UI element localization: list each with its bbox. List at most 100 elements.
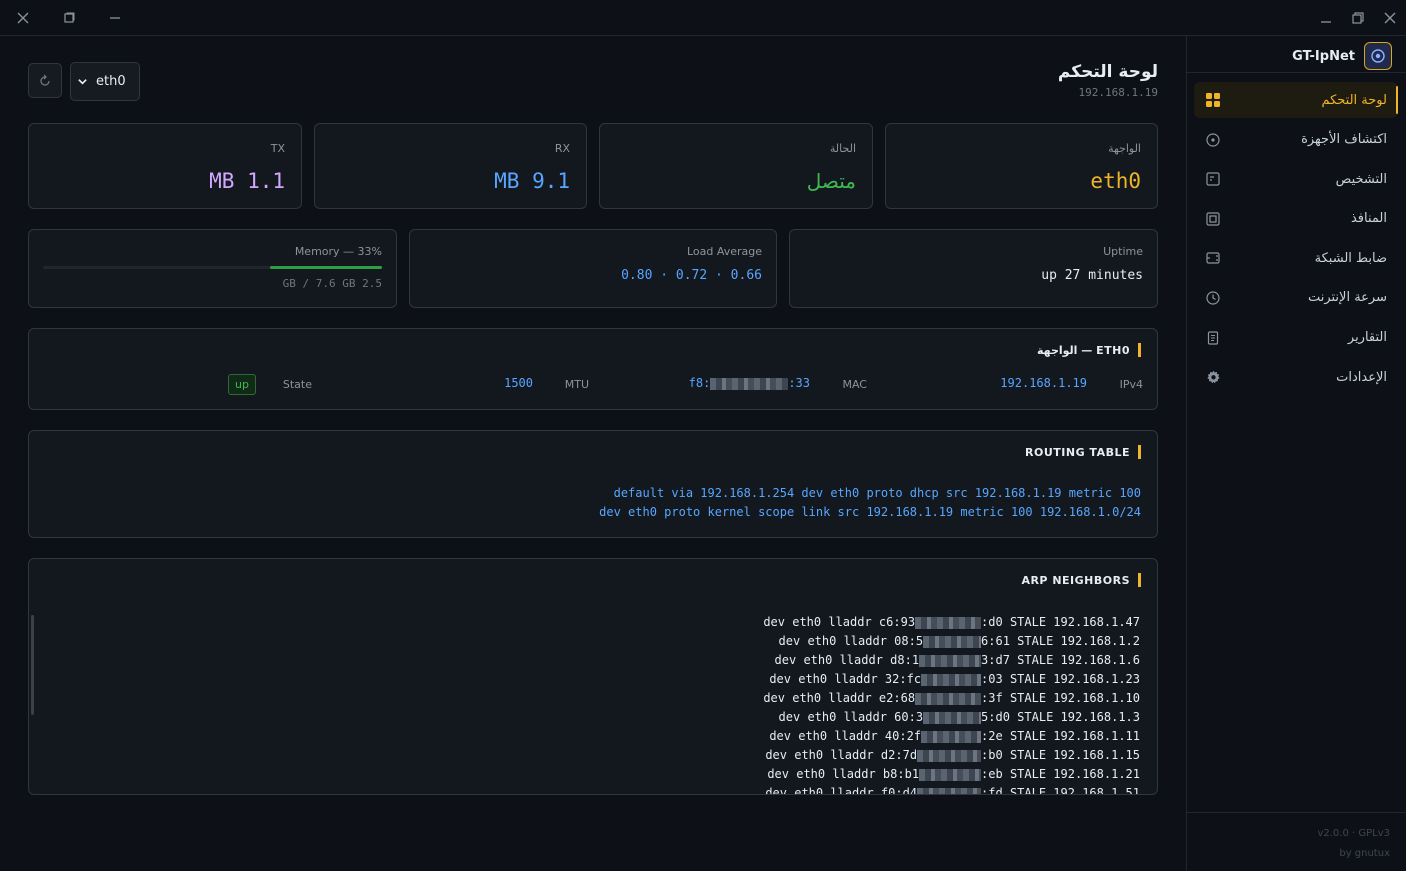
brand: GT-IpNet	[1292, 42, 1392, 70]
redacted-block	[919, 654, 982, 667]
arp-row: dev eth0 lladdr f0:d4 :fd STALE 192.168.1…	[765, 786, 1140, 794]
arp-row-suffix: :eb STALE 192.168.1.21	[981, 767, 1140, 781]
arp-row-prefix: dev eth0 lladdr d8:1	[774, 653, 920, 667]
sidebar-item-label: المنافذ	[1350, 211, 1387, 227]
arp-row-prefix: dev eth0 lladdr f0:d4	[765, 786, 918, 794]
redacted-block	[917, 787, 982, 794]
arp-title: ARP NEIGHBORS	[1021, 573, 1130, 587]
sidebar-nav: لوحة التحكم اكتشاف الأجهزة التشخيص المنا…	[1194, 82, 1398, 399]
arp-row-prefix: dev eth0 lladdr 40:2f	[769, 729, 922, 743]
interface-card-title: الواجهة — ETH0	[1037, 343, 1130, 357]
arp-row: dev eth0 lladdr e2:68:3f STALE 192.168.1…	[763, 691, 1140, 705]
section-title: ROUTING TABLE	[1025, 445, 1141, 459]
reports-icon	[1205, 330, 1221, 346]
routing-table-card: ROUTING TABLE default via 192.168.1.254 …	[28, 430, 1158, 538]
sidebar-item-discovery[interactable]: اكتشاف الأجهزة	[1194, 122, 1398, 158]
sidebar-item-label: التقارير	[1347, 330, 1387, 346]
sidebar-item-label: التشخيص	[1335, 171, 1387, 187]
restore-icon[interactable]	[59, 8, 79, 28]
arp-row-prefix: dev eth0 lladdr d2:7d	[765, 748, 918, 762]
arp-row-prefix: dev eth0 lladdr 60:3	[778, 710, 924, 724]
memory-label: Memory — 33%	[294, 245, 382, 258]
mac-prefix: f8:	[688, 376, 711, 390]
stat-card-interface: الواجهة eth0	[885, 123, 1158, 209]
mac-label: MAC	[842, 378, 867, 391]
arp-row: dev eth0 lladdr 32:fc:03 STALE 192.168.1…	[769, 672, 1140, 686]
arp-row-suffix: 6:61 STALE 192.168.1.2	[981, 634, 1140, 648]
arp-row-suffix: :d0 STALE 192.168.1.47	[981, 615, 1140, 629]
redacted-block	[919, 768, 982, 781]
arp-row-prefix: dev eth0 lladdr b8:b1	[767, 767, 920, 781]
speed-clock-icon	[1205, 290, 1221, 306]
sidebar-item-network-controller[interactable]: ضابط الشبكة	[1194, 240, 1398, 276]
accent-bar	[1138, 573, 1141, 587]
sidebar-item-ports[interactable]: المنافذ	[1194, 201, 1398, 237]
restore-icon[interactable]	[1348, 8, 1368, 28]
network-controller-icon	[1205, 250, 1221, 266]
radar-icon	[1205, 132, 1221, 148]
divider	[1187, 812, 1406, 813]
logo-icon	[1364, 42, 1392, 70]
arp-neighbors-card: ARP NEIGHBORS dev eth0 lladdr c6:93 :d0 S…	[28, 558, 1158, 795]
chevron-down-icon	[78, 79, 87, 85]
load-average-value: 0.80 · 0.72 · 0.66	[621, 268, 762, 283]
route-line: default via 192.168.1.254 dev eth0 proto…	[613, 486, 1141, 500]
stat-value: MB 1.1	[209, 169, 285, 193]
sidebar-item-diagnostics[interactable]: التشخيص	[1194, 161, 1398, 197]
ipv4-value: 192.168.1.19	[1000, 376, 1087, 390]
sidebar-item-speed[interactable]: سرعة الإنترنت	[1194, 280, 1398, 316]
arp-row: dev eth0 lladdr d8:1 3:d7 STALE 192.168.1…	[775, 653, 1140, 667]
sidebar-item-label: لوحة التحكم	[1321, 92, 1387, 108]
memory-bar	[43, 266, 382, 269]
arp-row-suffix: :03 STALE 192.168.1.23	[981, 672, 1140, 686]
brand-name: GT-IpNet	[1292, 48, 1355, 64]
arp-row-suffix: :fd STALE 192.168.1.51	[981, 786, 1140, 794]
arp-row: dev eth0 lladdr 08:5 6:61 STALE 192.168.1…	[779, 634, 1140, 648]
stat-label: TX	[270, 142, 285, 155]
arp-row-suffix: :3f STALE 192.168.1.10	[981, 691, 1140, 705]
arp-list: dev eth0 lladdr c6:93 :d0 STALE 192.168.1…	[29, 615, 1156, 794]
sidebar-item-label: الإعدادات	[1336, 369, 1387, 385]
sidebar: GT-IpNet لوحة التحكم اكتشاف الأجهزة التش…	[1186, 36, 1406, 871]
redacted-block	[915, 616, 982, 629]
sidebar-item-label: سرعة الإنترنت	[1307, 290, 1387, 306]
close-icon[interactable]	[13, 8, 33, 28]
uptime-value: up 27 minutes	[1041, 268, 1143, 283]
accent-bar	[1138, 343, 1141, 357]
sidebar-item-settings[interactable]: الإعدادات	[1194, 359, 1398, 395]
arp-row: dev eth0 lladdr 40:2f:2e STALE 192.168.1…	[769, 729, 1140, 743]
ipv4-label: IPv4	[1119, 378, 1143, 391]
load-average-label: Load Average	[686, 245, 762, 258]
mac-suffix: :33	[788, 376, 810, 390]
minimize-icon[interactable]	[1316, 8, 1336, 28]
mtu-value: 1500	[504, 376, 533, 390]
memory-card: Memory — 33% GB / 7.6 GB 2.5	[28, 229, 397, 308]
stat-label: الحالة	[829, 142, 856, 155]
minimize-icon[interactable]	[105, 8, 125, 28]
mac-value: f8: :33	[689, 376, 810, 390]
state-label: State	[282, 378, 312, 391]
close-icon[interactable]	[1380, 8, 1400, 28]
accent-bar	[1138, 445, 1141, 459]
redacted-block	[921, 730, 982, 743]
redacted-block	[921, 673, 982, 686]
uptime-label: Uptime	[1103, 245, 1143, 258]
refresh-button[interactable]	[28, 63, 62, 98]
interface-select[interactable]: eth0	[70, 62, 140, 101]
stat-value: متصل	[806, 169, 856, 193]
refresh-icon	[40, 74, 50, 86]
arp-row-prefix: dev eth0 lladdr c6:93	[763, 615, 916, 629]
arp-row-suffix: 5:d0 STALE 192.168.1.3	[981, 710, 1140, 724]
interface-select-value: eth0	[96, 74, 126, 89]
arp-row-suffix: 3:d7 STALE 192.168.1.6	[981, 653, 1140, 667]
sidebar-item-label: اكتشاف الأجهزة	[1301, 132, 1387, 148]
memory-bar-fill	[270, 266, 382, 269]
uptime-card: Uptime up 27 minutes	[789, 229, 1158, 308]
stat-value: MB 9.1	[494, 169, 570, 193]
status-badge: up	[228, 374, 256, 395]
sidebar-item-reports[interactable]: التقارير	[1194, 320, 1398, 356]
routing-title: ROUTING TABLE	[1025, 445, 1130, 459]
sidebar-item-dashboard[interactable]: لوحة التحكم	[1194, 82, 1398, 118]
section-title: ARP NEIGHBORS	[1021, 573, 1141, 587]
stat-card-tx: TX MB 1.1	[28, 123, 302, 209]
